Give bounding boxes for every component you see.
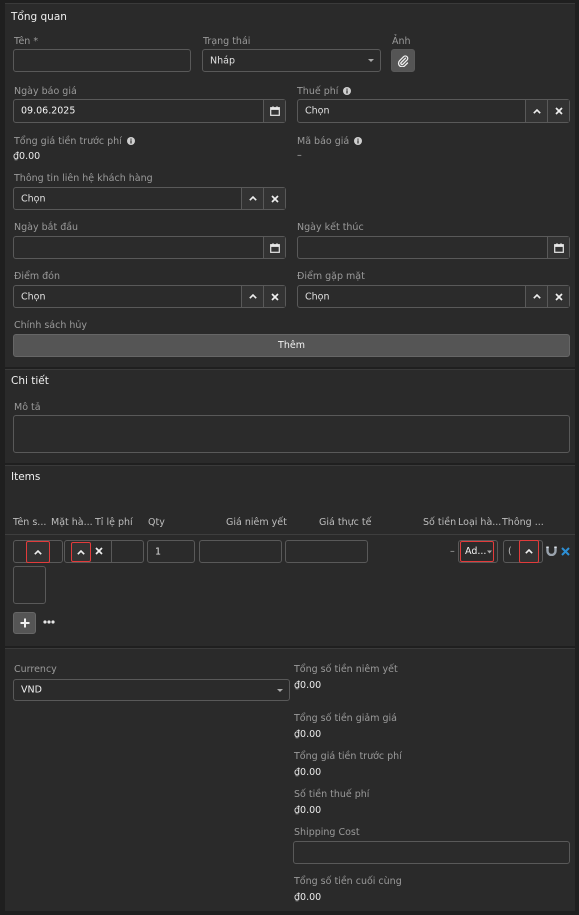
currency-value: VND	[21, 684, 42, 696]
quote-code-value: –	[297, 150, 302, 161]
discount-total-label: Tổng số tiền giảm giá	[294, 713, 397, 724]
quote-date-label: Ngày báo giá	[14, 86, 77, 97]
caret-down-icon	[277, 688, 283, 693]
close-icon[interactable]	[547, 100, 569, 122]
section-title-details: Chi tiết	[11, 375, 49, 387]
pickup-label: Điểm đón	[14, 271, 60, 282]
col-header-info: Thông ...	[502, 517, 544, 528]
col-header-actual-price: Giá thực tế	[319, 517, 372, 528]
plus-icon	[20, 618, 30, 628]
item-qty-value: 1	[155, 546, 162, 557]
status-label: Trạng thái	[203, 36, 251, 47]
quote-date-input[interactable]: 09.06.2025	[13, 99, 286, 123]
chevron-up-icon[interactable]	[241, 188, 263, 209]
add-cancel-policy-button[interactable]: Thêm	[13, 334, 570, 357]
final-total-value: ₫0.00	[294, 892, 322, 903]
info-icon	[354, 137, 363, 145]
item-amount-value: –	[450, 546, 455, 557]
close-icon[interactable]	[95, 547, 103, 555]
close-icon[interactable]	[547, 286, 569, 307]
before-tax-total-label: Tổng giá tiền trước phí	[294, 751, 402, 762]
quote-date-value: 09.06.2025	[21, 105, 76, 117]
total-before-tax-value: ₫0.00	[13, 151, 41, 162]
contact-value: Chọn	[21, 193, 46, 204]
shipping-cost-input[interactable]	[293, 841, 570, 864]
status-value: Nháp	[210, 55, 235, 66]
item-type-highlight: Ad...	[460, 541, 494, 562]
remove-row-icon[interactable]	[561, 547, 570, 556]
calendar-icon[interactable]	[263, 237, 285, 258]
listed-total-value: ₫0.00	[294, 680, 322, 691]
col-header-product: Mặt hà...	[51, 517, 93, 528]
chevron-up-icon[interactable]	[71, 542, 91, 562]
contact-label: Thông tin liên hệ khách hàng	[14, 173, 153, 184]
close-icon[interactable]	[263, 286, 285, 307]
meeting-value: Chọn	[305, 291, 330, 302]
currency-label: Currency	[14, 664, 57, 675]
shipping-cost-label: Shipping Cost	[294, 827, 360, 838]
final-total-label: Tổng số tiền cuối cùng	[294, 876, 402, 887]
before-tax-total-value: ₫0.00	[294, 767, 322, 778]
col-header-amount: Số tiền	[423, 517, 457, 528]
end-date-input[interactable]	[297, 236, 570, 259]
paperclip-icon	[397, 54, 409, 67]
section-title-overview: Tổng quan	[11, 11, 67, 23]
tax-label: Thuế phí	[297, 86, 352, 97]
caret-down-icon	[368, 58, 374, 63]
discount-total-value: ₫0.00	[294, 729, 322, 740]
col-header-list-price: Giá niêm yết	[226, 517, 287, 528]
chevron-up-icon[interactable]	[26, 541, 50, 563]
description-textarea[interactable]	[13, 415, 570, 453]
meeting-select[interactable]: Chọn	[297, 285, 570, 308]
calendar-icon[interactable]	[547, 237, 569, 258]
col-header-type: Loại hà...	[458, 517, 502, 528]
photo-label: Ảnh	[392, 36, 411, 47]
add-item-button[interactable]	[13, 612, 36, 634]
item-info-value: (	[508, 546, 512, 557]
item-qty-input[interactable]: 1	[147, 540, 195, 563]
name-label: Tên *	[14, 36, 39, 47]
end-date-label: Ngày kết thúc	[297, 222, 364, 233]
contact-select[interactable]: Chọn	[13, 187, 286, 210]
caret-down-icon	[487, 550, 492, 554]
item-extra-textarea[interactable]	[13, 566, 46, 604]
tax-value: Chọn	[305, 105, 330, 117]
photo-attach-button[interactable]	[391, 49, 415, 72]
item-type-value: Ad...	[465, 546, 487, 557]
tax-amount-value: ₫0.00	[294, 805, 322, 816]
quote-code-label: Mã báo giá	[297, 136, 363, 147]
meeting-label: Điểm gặp mặt	[297, 271, 365, 282]
magnet-icon[interactable]	[546, 546, 557, 556]
start-date-input[interactable]	[13, 236, 286, 259]
info-icon	[343, 87, 352, 95]
tax-amount-label: Số tiền thuế phí	[294, 789, 370, 800]
pickup-value: Chọn	[21, 291, 46, 302]
currency-select[interactable]: VND	[13, 679, 290, 701]
item-actual-price-input[interactable]	[285, 540, 368, 563]
cancel-policy-label: Chính sách hủy	[14, 320, 88, 331]
chevron-up-icon[interactable]	[525, 286, 547, 307]
item-list-price-input[interactable]	[199, 540, 282, 563]
chevron-up-icon[interactable]	[525, 100, 547, 122]
total-before-tax-label: Tổng giá tiền trước phí	[14, 136, 135, 147]
pickup-select[interactable]: Chọn	[13, 285, 286, 308]
section-title-items: Items	[11, 471, 41, 483]
start-date-label: Ngày bắt đầu	[14, 222, 79, 233]
tax-select[interactable]: Chọn	[297, 99, 570, 123]
col-header-tax-rate: Tỉ lệ phí	[95, 517, 133, 528]
header-divider	[5, 534, 575, 535]
description-label: Mô tả	[14, 402, 41, 413]
col-header-name: Tên s...	[13, 517, 47, 528]
info-icon	[126, 137, 135, 145]
name-input[interactable]	[13, 49, 191, 72]
col-header-qty: Qty	[148, 517, 165, 528]
listed-total-label: Tổng số tiền niêm yết	[294, 664, 398, 675]
more-icon[interactable]	[43, 620, 55, 624]
calendar-icon[interactable]	[263, 100, 285, 122]
chevron-up-icon[interactable]	[241, 286, 263, 307]
close-icon[interactable]	[263, 188, 285, 209]
status-select[interactable]: Nháp	[202, 49, 381, 72]
chevron-up-icon[interactable]	[519, 540, 539, 563]
